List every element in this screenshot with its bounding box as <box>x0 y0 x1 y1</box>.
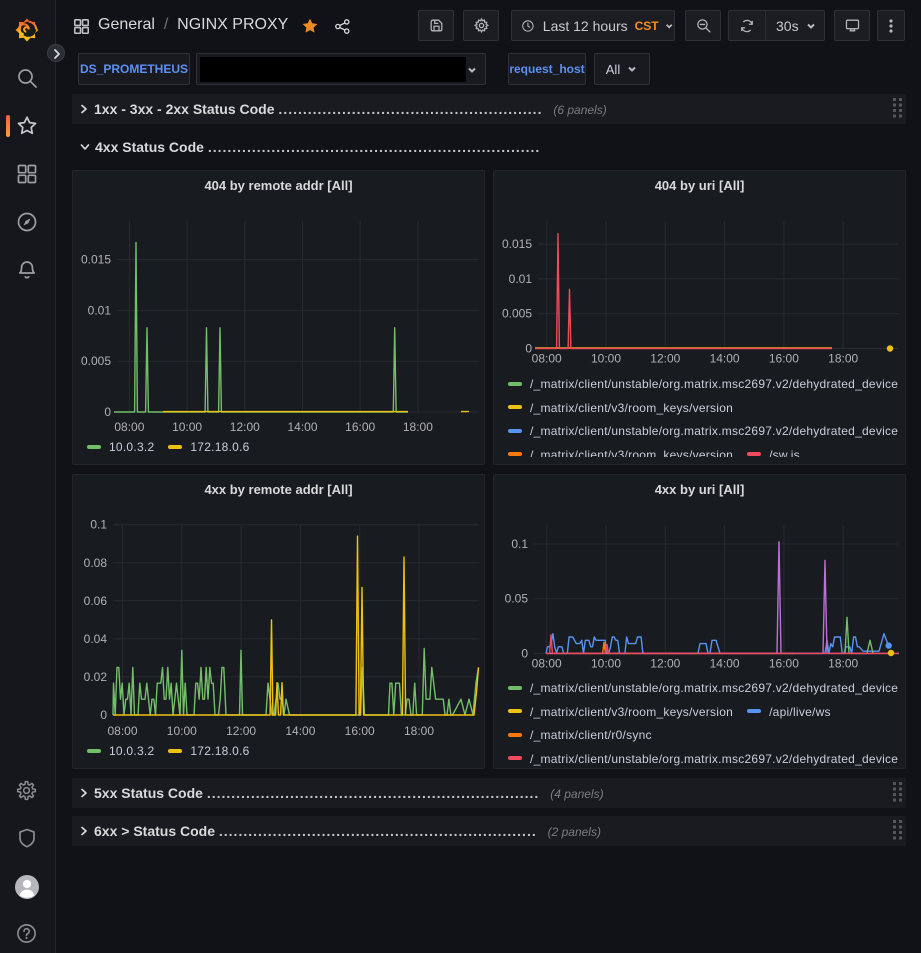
svg-text:14:00: 14:00 <box>710 352 740 366</box>
svg-text:0.1: 0.1 <box>90 518 107 532</box>
svg-text:0.005: 0.005 <box>502 307 532 321</box>
svg-text:18:00: 18:00 <box>404 724 434 738</box>
svg-text:0: 0 <box>100 708 107 722</box>
svg-text:0.06: 0.06 <box>84 594 108 608</box>
svg-text:12:00: 12:00 <box>650 352 680 366</box>
svg-text:08:00: 08:00 <box>107 724 137 738</box>
svg-text:0.015: 0.015 <box>502 237 532 251</box>
svg-text:08:00: 08:00 <box>532 657 562 671</box>
svg-text:18:00: 18:00 <box>403 420 433 434</box>
svg-text:0.005: 0.005 <box>81 354 111 368</box>
svg-text:0.01: 0.01 <box>88 303 112 317</box>
svg-text:14:00: 14:00 <box>285 724 315 738</box>
svg-text:10:00: 10:00 <box>591 657 621 671</box>
svg-text:10:00: 10:00 <box>591 352 621 366</box>
svg-text:18:00: 18:00 <box>828 352 858 366</box>
svg-text:0.01: 0.01 <box>509 272 533 286</box>
svg-text:0: 0 <box>521 646 528 660</box>
svg-text:16:00: 16:00 <box>345 724 375 738</box>
svg-text:08:00: 08:00 <box>532 352 562 366</box>
svg-text:0.015: 0.015 <box>81 253 111 267</box>
svg-text:18:00: 18:00 <box>828 657 858 671</box>
svg-text:0.04: 0.04 <box>84 632 108 646</box>
svg-text:12:00: 12:00 <box>226 724 256 738</box>
svg-text:0: 0 <box>104 405 111 419</box>
svg-text:16:00: 16:00 <box>769 657 799 671</box>
svg-text:14:00: 14:00 <box>287 420 317 434</box>
svg-text:10:00: 10:00 <box>172 420 202 434</box>
svg-text:14:00: 14:00 <box>710 657 740 671</box>
svg-text:08:00: 08:00 <box>114 420 144 434</box>
svg-text:12:00: 12:00 <box>230 420 260 434</box>
svg-text:0.05: 0.05 <box>505 592 529 606</box>
svg-text:12:00: 12:00 <box>650 657 680 671</box>
svg-text:0.1: 0.1 <box>511 537 528 551</box>
svg-text:16:00: 16:00 <box>769 352 799 366</box>
svg-text:0.08: 0.08 <box>84 556 108 570</box>
svg-text:0.02: 0.02 <box>84 670 108 684</box>
svg-text:16:00: 16:00 <box>345 420 375 434</box>
svg-text:10:00: 10:00 <box>167 724 197 738</box>
